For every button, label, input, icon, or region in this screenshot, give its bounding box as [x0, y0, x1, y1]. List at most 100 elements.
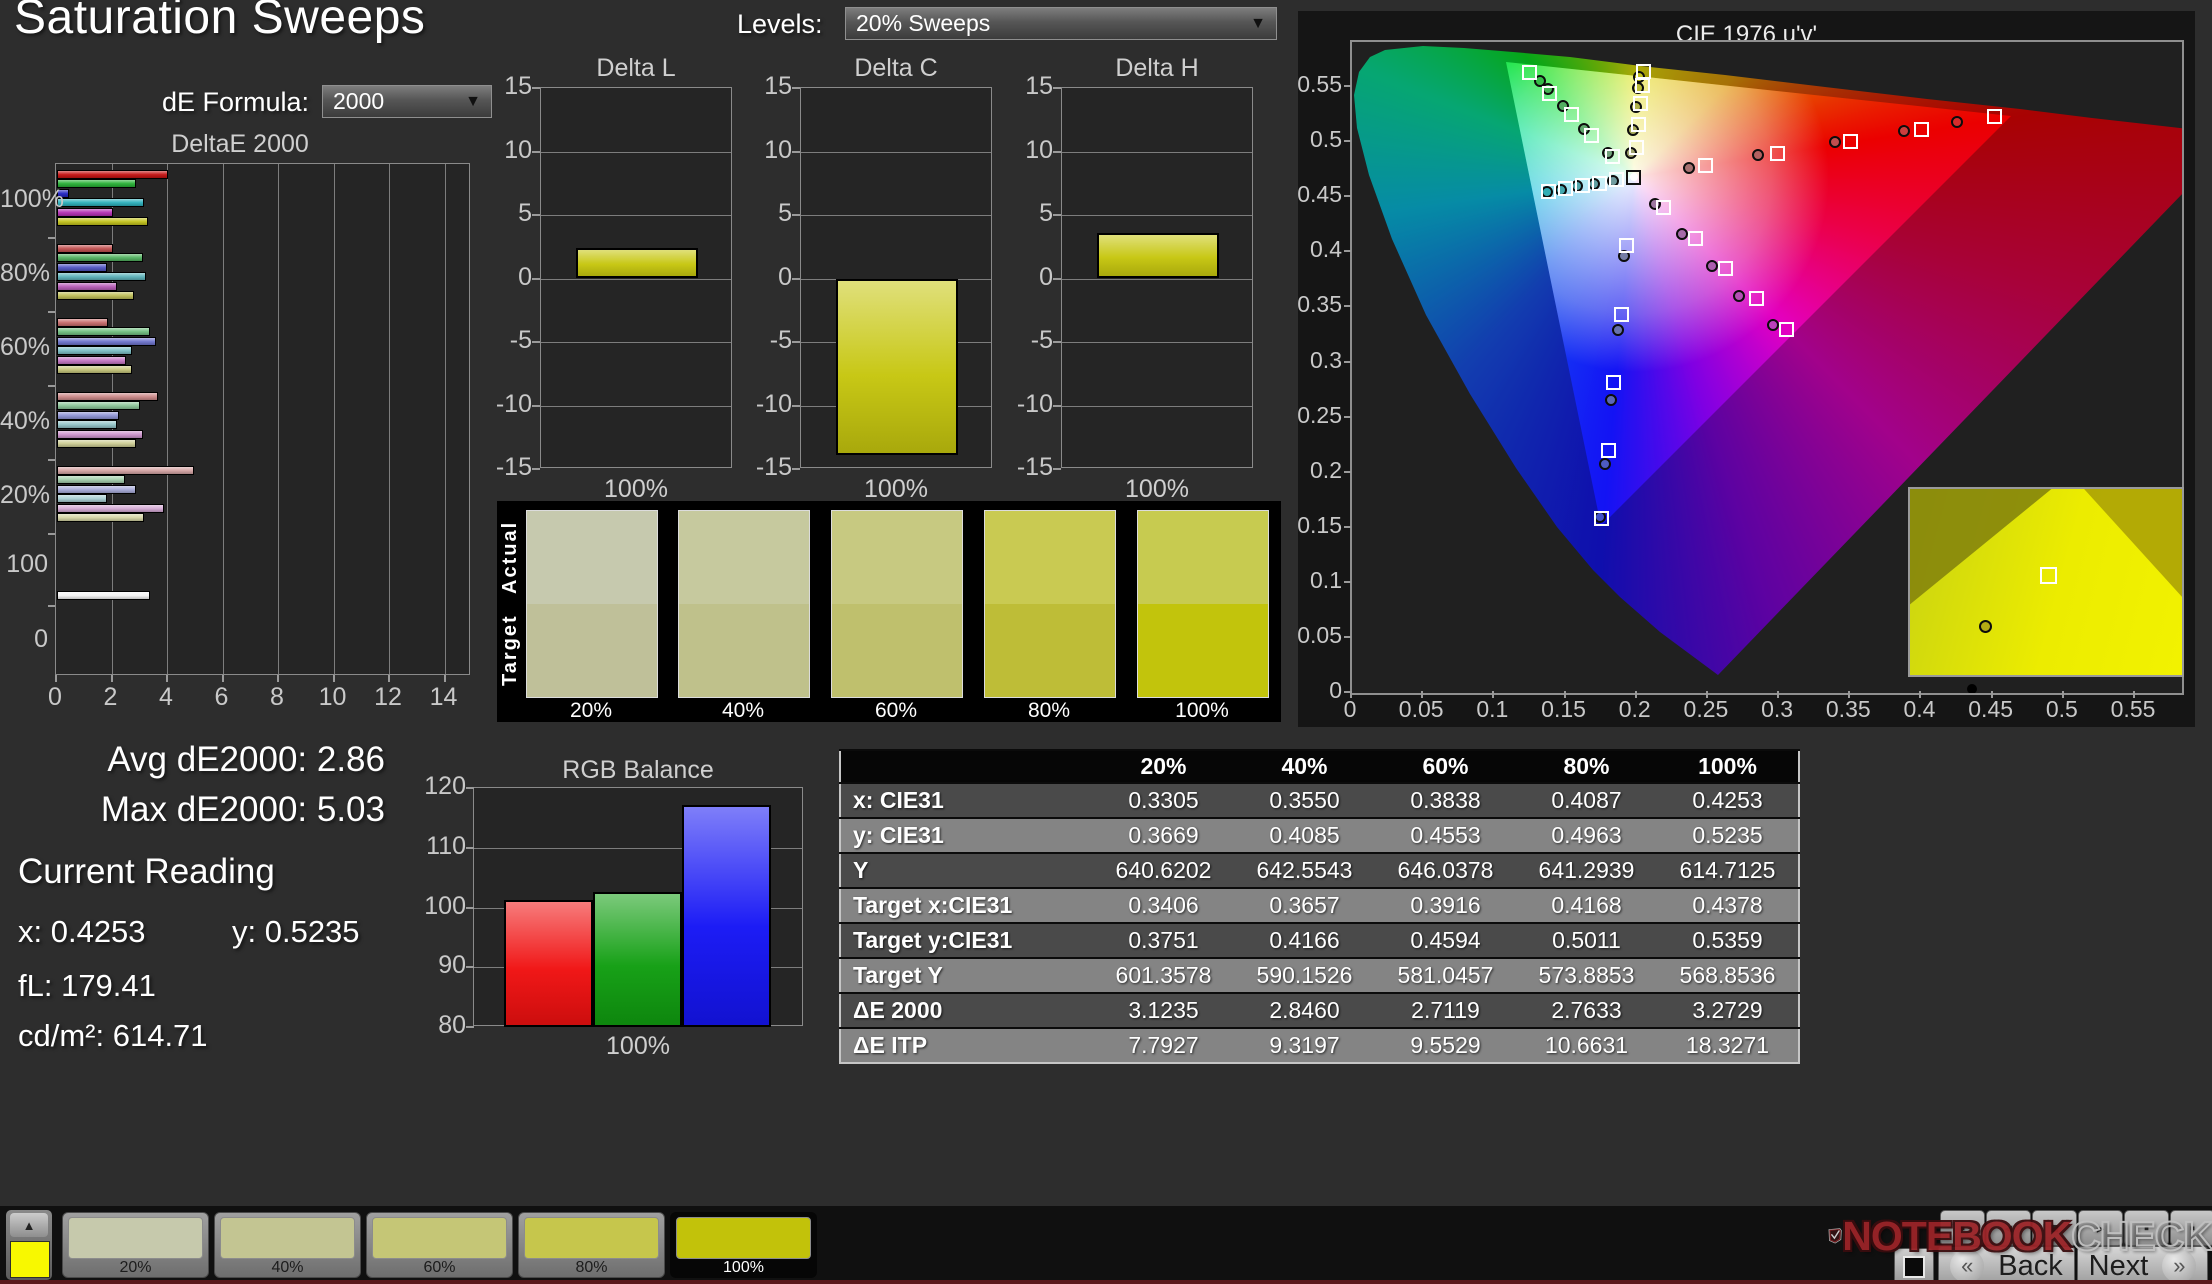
- cie-target-point-blue: [1594, 511, 1609, 526]
- table-row: ΔE 20003.12352.84602.71192.76333.2729: [840, 993, 1799, 1028]
- delta-ylabel: 10: [1005, 136, 1053, 165]
- swatch-20%: [526, 510, 658, 698]
- delta-h-chart: [1061, 87, 1253, 468]
- current-patch-swatch: [10, 1241, 50, 1278]
- delta-ylabel: -5: [484, 326, 532, 355]
- cie-target-point-cyan: [1609, 172, 1624, 187]
- swatch-actual: [679, 511, 809, 604]
- deltae-xlabel: 8: [257, 683, 297, 712]
- cie-white-point: [1626, 170, 1641, 185]
- cie-ytick: [1344, 305, 1351, 307]
- deltae-bar-red: [57, 318, 108, 327]
- cie-xlabel: 0.25: [1676, 696, 1736, 723]
- swatch-80%: [984, 510, 1116, 698]
- cie-target-point-cyan: [1592, 176, 1607, 191]
- deltae-bar-green: [57, 253, 143, 262]
- cie-target-point-red: [1914, 122, 1929, 137]
- cie-xlabel: 0.35: [1818, 696, 1878, 723]
- deltae-bar-yellow: [57, 439, 136, 448]
- level-button-80%[interactable]: 80%: [518, 1212, 665, 1278]
- deltae-bar-yellow: [57, 291, 134, 300]
- measurement-table-wrap: 20%40%60%80%100%x: CIE310.33050.35500.38…: [839, 749, 1800, 1064]
- deltae-gridline: [223, 164, 224, 674]
- delta-ylabel: 15: [484, 72, 532, 101]
- delta-l-chart: [540, 87, 732, 468]
- deltae-bar-blue: [57, 485, 136, 494]
- patch-preview-widget: ▲: [6, 1210, 52, 1280]
- delta-ylabel: -5: [744, 326, 792, 355]
- rgb-balance-chart: [473, 787, 803, 1026]
- table-cell: 641.2939: [1516, 853, 1657, 888]
- delta-ytick: [792, 87, 800, 89]
- table-header: 80%: [1516, 750, 1657, 783]
- delta-ytick: [532, 278, 540, 280]
- delta-gridline: [541, 342, 731, 343]
- deltae-bar-yellow: [57, 365, 132, 374]
- levels-dropdown[interactable]: 20% Sweeps ▼: [845, 7, 1277, 40]
- cie-ytick: [1344, 416, 1351, 418]
- table-cell: 2.7633: [1516, 993, 1657, 1028]
- delta-gridline: [541, 279, 731, 280]
- eye-toggle-button[interactable]: ▲: [10, 1213, 48, 1237]
- level-button-20%[interactable]: 20%: [62, 1212, 209, 1278]
- deltae-ylabel: 80%: [0, 259, 48, 288]
- rgb-balance-title: RGB Balance: [473, 756, 803, 785]
- table-row-label: x: CIE31: [840, 783, 1093, 818]
- cie-ylabel: 0.2: [1292, 457, 1342, 484]
- delta-ytick: [792, 278, 800, 280]
- deltae-bar-cyan: [57, 272, 146, 281]
- deltae-bar-cyan: [57, 198, 144, 207]
- cie-xtick: [1706, 691, 1708, 698]
- de-formula-dropdown[interactable]: 2000 ▼: [322, 85, 492, 118]
- table-cell: 0.3657: [1234, 888, 1375, 923]
- cie-xlabel: 0: [1320, 696, 1380, 723]
- table-cell: 3.1235: [1093, 993, 1234, 1028]
- inset-target-point: [2040, 567, 2057, 584]
- table-cell: 10.6631: [1516, 1028, 1657, 1063]
- rgb-ytick: [466, 1026, 474, 1028]
- delta-gridline: [541, 152, 731, 153]
- swatch-target: [679, 604, 809, 697]
- delta-c-title: Delta C: [800, 54, 992, 83]
- deltae-xtick: [277, 675, 279, 682]
- swatch-60%: [831, 510, 963, 698]
- level-button-100%[interactable]: 100%: [670, 1212, 817, 1278]
- swatch-target: [832, 604, 962, 697]
- swatch-level-label: 80%: [984, 699, 1114, 723]
- watermark-check-text: CHECK: [2071, 1213, 2212, 1260]
- deltae-bar-magenta: [57, 208, 113, 217]
- delta-ytick: [792, 468, 800, 470]
- table-row: Target y:CIE310.37510.41660.45940.50110.…: [840, 923, 1799, 958]
- level-button-label: 60%: [367, 1259, 512, 1277]
- delta-ytick: [532, 87, 540, 89]
- table-cell: 568.8536: [1657, 958, 1799, 993]
- swatch-level-label: 60%: [831, 699, 961, 723]
- delta-gridline: [1062, 152, 1252, 153]
- reading-x: x: 0.4253: [18, 914, 146, 950]
- cie-axis-dot: [1967, 684, 1977, 694]
- deltae-xlabel: 4: [146, 683, 186, 712]
- watermark-bottom-line: [0, 1280, 2212, 1284]
- cie-target-point-magenta: [1718, 261, 1733, 276]
- table-cell: 2.8460: [1234, 993, 1375, 1028]
- table-cell: 0.3305: [1093, 783, 1234, 818]
- rgb-ylabel: 100: [412, 892, 466, 921]
- reading-y: y: 0.5235: [232, 914, 360, 950]
- rgb-ytick: [466, 847, 474, 849]
- deltae-gridline: [167, 164, 168, 674]
- level-button-40%[interactable]: 40%: [214, 1212, 361, 1278]
- table-cell: 0.4963: [1516, 818, 1657, 853]
- delta-ylabel: -15: [484, 453, 532, 482]
- swatch-actual: [527, 511, 657, 604]
- level-button-60%[interactable]: 60%: [366, 1212, 513, 1278]
- table-row: Target x:CIE310.34060.36570.39160.41680.…: [840, 888, 1799, 923]
- inset-measured-point: [1979, 620, 1992, 633]
- deltae-xlabel: 12: [368, 683, 408, 712]
- table-cell: 9.5529: [1375, 1028, 1516, 1063]
- notebookcheck-watermark: NOTEBOOKCHECK: [1828, 1188, 2212, 1284]
- cie-target-point-yellow: [1633, 96, 1648, 111]
- avg-de2000: Avg dE2000: 2.86: [40, 740, 385, 780]
- deltae-gridline: [445, 164, 446, 674]
- deltae-bar-blue: [57, 263, 107, 272]
- table-row-label: Target Y: [840, 958, 1093, 993]
